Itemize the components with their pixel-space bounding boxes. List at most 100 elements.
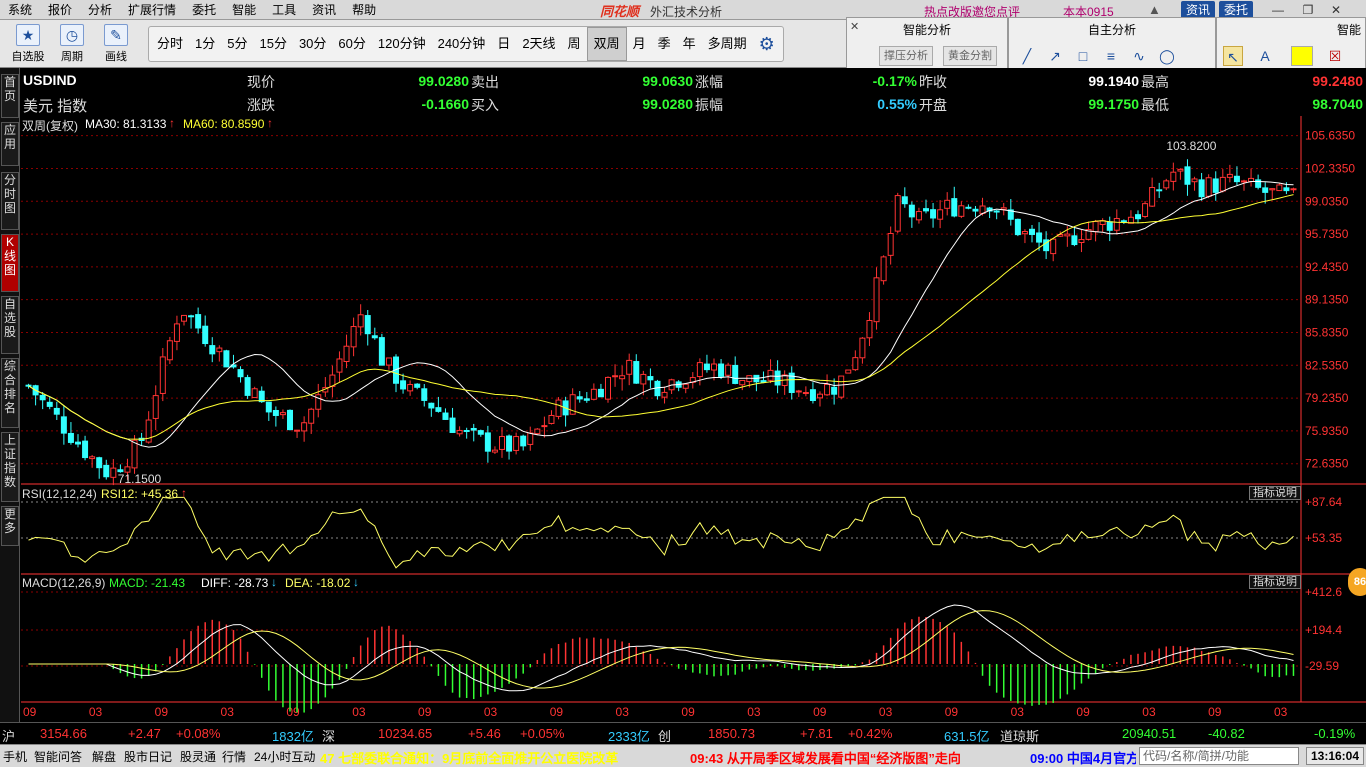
ellipse-icon[interactable]: ◯ bbox=[1157, 46, 1177, 66]
restore-icon[interactable]: ❐ bbox=[1300, 2, 1316, 18]
period-120min[interactable]: 120分钟 bbox=[372, 28, 432, 60]
period-30min[interactable]: 30分 bbox=[293, 28, 332, 60]
sidebar-tab-ranking[interactable]: 综合排名 bbox=[1, 358, 19, 428]
pct-label: 涨幅 bbox=[695, 74, 723, 90]
candle-body bbox=[527, 432, 534, 445]
period-60min[interactable]: 60分 bbox=[332, 28, 371, 60]
search-input[interactable]: 代码/名称/简拼/功能 bbox=[1139, 747, 1299, 765]
candle-body bbox=[993, 210, 1000, 213]
ma60-up-arrow-icon: ↑ bbox=[267, 116, 273, 130]
kline-chart-svg[interactable]: 105.6350 102.3350 99.0350 95.7350 92.4350 89.… bbox=[21, 116, 1366, 722]
sidebar-tab-more[interactable]: 更多 bbox=[1, 506, 19, 546]
candle-body bbox=[152, 395, 159, 419]
current-value: 99.0280 bbox=[418, 73, 469, 89]
news-ticker-3[interactable]: 09:00 中国4月官方 bbox=[1030, 748, 1136, 767]
x-tick-label: 03 bbox=[616, 705, 630, 719]
period-intraday[interactable]: 分时 bbox=[151, 28, 189, 60]
color-swatch-icon[interactable] bbox=[1291, 46, 1313, 66]
period-1min[interactable]: 1分 bbox=[189, 28, 221, 60]
rsi-help-button[interactable]: 指标说明 bbox=[1249, 486, 1301, 500]
period-tool[interactable]: ◷ 周期 bbox=[52, 24, 92, 66]
menu-smart[interactable]: 智能 bbox=[224, 0, 264, 20]
candle-body bbox=[930, 209, 937, 219]
menu-system[interactable]: 系统 bbox=[0, 0, 40, 20]
candle-body bbox=[1135, 214, 1141, 220]
sidebar-tab-timeshare[interactable]: 分时图 bbox=[1, 172, 19, 230]
sidebar-tab-home[interactable]: 首页 bbox=[1, 74, 19, 118]
period-multi[interactable]: 多周期 bbox=[702, 28, 753, 60]
bottom-quote[interactable]: 行情 bbox=[222, 748, 246, 765]
candle-body bbox=[371, 335, 378, 339]
support-resistance-button[interactable]: 撑压分析 bbox=[879, 46, 933, 66]
period-quarter[interactable]: 季 bbox=[652, 28, 677, 60]
menu-tools[interactable]: 工具 bbox=[264, 0, 304, 20]
candle-body bbox=[456, 429, 463, 435]
candle-body bbox=[548, 414, 555, 424]
bottom-analysis[interactable]: 解盘 bbox=[92, 748, 116, 765]
candle-body bbox=[1078, 239, 1085, 243]
notification-badge[interactable]: 86 bbox=[1348, 568, 1366, 596]
macd-help-button[interactable]: 指标说明 bbox=[1249, 575, 1301, 589]
minimize-icon[interactable]: — bbox=[1270, 2, 1286, 18]
menu-news[interactable]: 资讯 bbox=[304, 0, 344, 20]
news-ticker-1[interactable]: 47 七部委联合通知：9月底前全面推开公立医院改革 bbox=[320, 748, 618, 767]
draw-tool[interactable]: ✎ 画线 bbox=[96, 24, 136, 66]
candle-body bbox=[972, 208, 979, 212]
menu-analysis[interactable]: 分析 bbox=[80, 0, 120, 20]
wave-icon[interactable]: ∿ bbox=[1129, 46, 1149, 66]
cy-label: 创 bbox=[658, 729, 672, 744]
menu-help[interactable]: 帮助 bbox=[344, 0, 384, 20]
rect-icon[interactable]: □ bbox=[1073, 46, 1093, 66]
bottom-interact[interactable]: 24小时互动 bbox=[254, 748, 315, 765]
sidebar-tab-watchlist[interactable]: 自选股 bbox=[1, 296, 19, 354]
period-year[interactable]: 年 bbox=[677, 28, 702, 60]
chart-area[interactable]: 105.6350 102.3350 99.0350 95.7350 92.4350 89.… bbox=[21, 116, 1366, 722]
channel-icon[interactable]: ≡ bbox=[1101, 46, 1121, 66]
bottom-diary[interactable]: 股市日记 bbox=[124, 748, 172, 765]
watchlist-tool[interactable]: ★ 自选股 bbox=[8, 24, 48, 66]
bottom-mobile[interactable]: 手机 bbox=[3, 748, 27, 765]
sidebar-tab-kline[interactable]: K线图 bbox=[1, 234, 19, 292]
text-icon[interactable]: A bbox=[1255, 46, 1275, 66]
period-2day[interactable]: 2天线 bbox=[516, 28, 561, 60]
candle-body bbox=[597, 388, 604, 398]
cursor-icon[interactable]: ↖ bbox=[1223, 46, 1243, 66]
candle-body bbox=[859, 337, 866, 359]
period-label: 周期 bbox=[61, 51, 83, 63]
period-month[interactable]: 月 bbox=[627, 28, 652, 60]
sidebar-tab-apps[interactable]: 应用 bbox=[1, 122, 19, 166]
smart-draw-title: 智能 bbox=[1336, 23, 1361, 37]
self-analysis-panel: 自主分析 ╱ ↗ □ ≡ ∿ ◯ bbox=[1008, 17, 1216, 71]
diff-value: DIFF: -28.73 bbox=[201, 576, 269, 590]
menu-trade[interactable]: 委托 bbox=[184, 0, 224, 20]
menu-extended[interactable]: 扩展行情 bbox=[120, 0, 184, 20]
candle-body bbox=[640, 373, 647, 385]
bottom-qa[interactable]: 智能问答 bbox=[34, 748, 82, 765]
candle-body bbox=[131, 439, 138, 469]
candle-body bbox=[385, 357, 392, 366]
period-15min[interactable]: 15分 bbox=[253, 28, 292, 60]
candle-body bbox=[1170, 171, 1177, 182]
bottom-stock-assist[interactable]: 股灵通 bbox=[180, 748, 216, 765]
close-icon[interactable]: ✕ bbox=[1328, 2, 1344, 18]
x-tick-label: 03 bbox=[352, 705, 366, 719]
ray-icon[interactable]: ↗ bbox=[1045, 46, 1065, 66]
candle-body bbox=[626, 359, 633, 375]
gear-icon[interactable]: ⚙ bbox=[753, 34, 781, 55]
period-week[interactable]: 周 bbox=[562, 28, 587, 60]
period-biweek[interactable]: 双周 bbox=[586, 27, 627, 61]
eraser-icon[interactable]: ☒ bbox=[1325, 46, 1345, 66]
period-5min[interactable]: 5分 bbox=[221, 28, 253, 60]
dj-change: -40.82 bbox=[1208, 726, 1245, 741]
golden-section-button[interactable]: 黄金分割 bbox=[943, 46, 997, 66]
sidebar-tab-shanghai[interactable]: 上证指数 bbox=[1, 432, 19, 502]
candle-body bbox=[852, 357, 859, 371]
period-240min[interactable]: 240分钟 bbox=[432, 28, 492, 60]
menu-quote[interactable]: 报价 bbox=[40, 0, 80, 20]
line-icon[interactable]: ╱ bbox=[1017, 46, 1037, 66]
period-day[interactable]: 日 bbox=[491, 28, 516, 60]
shirt-icon[interactable]: ▲ bbox=[1148, 2, 1161, 17]
period-selector: 分时 1分 5分 15分 30分 60分 120分钟 240分钟 日 2天线 周… bbox=[148, 26, 784, 62]
news-ticker-2[interactable]: 09:43 从开局季区域发展看中国“经济版图”走向 bbox=[690, 748, 961, 767]
candle-body bbox=[39, 394, 46, 401]
